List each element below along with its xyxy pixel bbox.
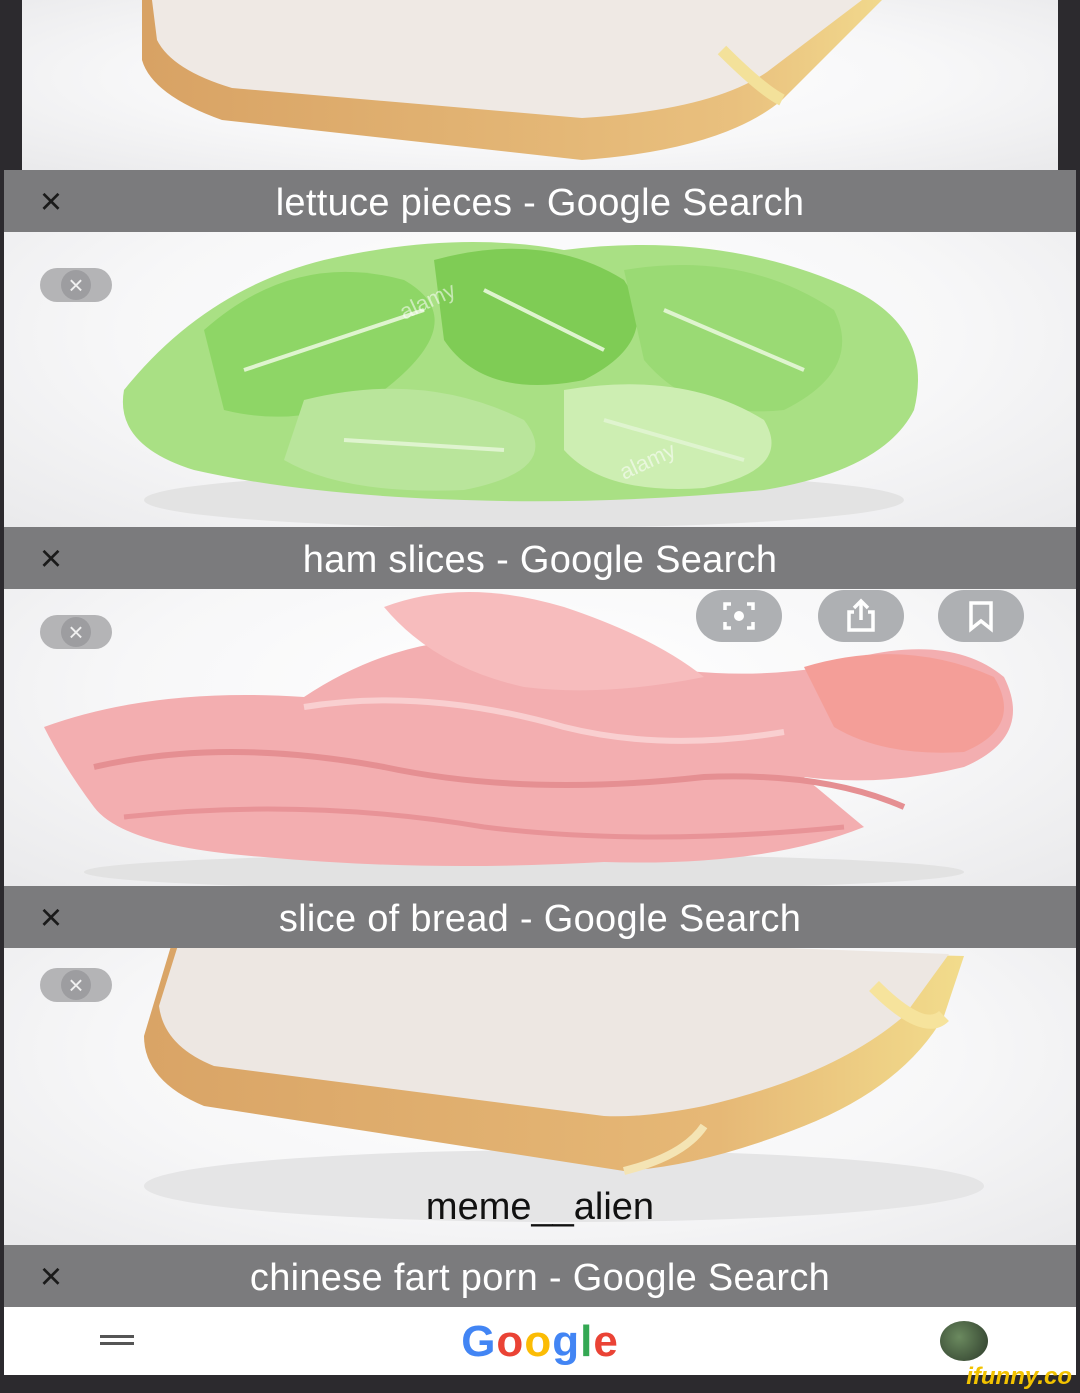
- top-card: [22, 0, 1058, 172]
- image-close-button[interactable]: ×: [40, 268, 112, 302]
- tab-title: ham slices - Google Search: [302, 539, 778, 581]
- image-close-button[interactable]: ×: [40, 615, 112, 649]
- lens-button[interactable]: [696, 590, 782, 642]
- bookmark-button[interactable]: [938, 590, 1024, 642]
- tab-title: slice of bread - Google Search: [278, 898, 802, 940]
- lens-icon: [723, 602, 755, 630]
- image-close-button[interactable]: ×: [40, 968, 112, 1002]
- tab-card-lettuce[interactable]: alamy alamy × × lettuce pieces - Google …: [4, 170, 1076, 535]
- close-icon: ×: [61, 970, 91, 1000]
- tab-card-ham[interactable]: × × ham slices - Google Search: [4, 527, 1076, 892]
- tab-title: lettuce pieces - Google Search: [275, 182, 805, 224]
- close-icon: ×: [61, 617, 91, 647]
- tab-bar[interactable]: × lettuce pieces - Google Search: [4, 170, 1076, 232]
- share-icon: [847, 598, 875, 632]
- google-bar: Google: [4, 1307, 1076, 1375]
- tab-card-last[interactable]: × chinese fart porn - Google Search Goog…: [4, 1245, 1076, 1375]
- tab-title: chinese fart porn - Google Search: [249, 1257, 831, 1299]
- tab-bar[interactable]: × slice of bread - Google Search: [4, 886, 1076, 948]
- bread-image-top: [142, 0, 882, 160]
- share-button[interactable]: [818, 590, 904, 642]
- close-icon: ×: [61, 270, 91, 300]
- avatar[interactable]: [940, 1321, 988, 1361]
- tab-bar[interactable]: × ham slices - Google Search: [4, 527, 1076, 589]
- bookmark-icon: [969, 601, 993, 633]
- google-logo[interactable]: Google: [4, 1317, 1076, 1367]
- site-watermark: ifunny.co: [966, 1363, 1072, 1390]
- meme-caption: meme__alien: [425, 1186, 655, 1228]
- tab-bar[interactable]: × chinese fart porn - Google Search: [4, 1245, 1076, 1307]
